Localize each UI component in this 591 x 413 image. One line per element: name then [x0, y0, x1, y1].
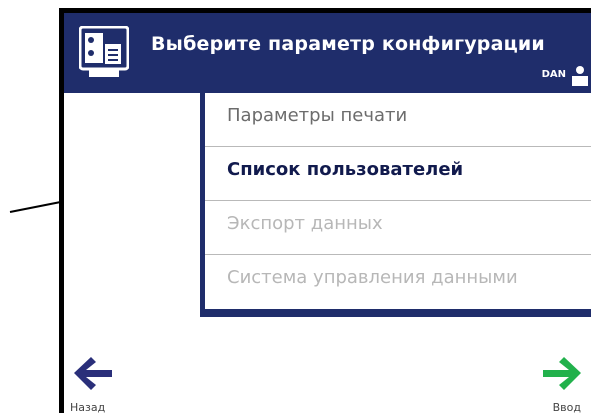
menu-item-print-settings[interactable]: Параметры печати — [205, 93, 591, 147]
menu-item-data-management: Система управления данными — [227, 267, 518, 288]
config-menu: Параметры печати Список пользователей Эк… — [200, 93, 591, 317]
page-title: Выберите параметр конфигурации — [151, 33, 545, 55]
menu-item-user-list[interactable]: Список пользователей — [205, 147, 591, 201]
menu-list: Параметры печати Список пользователей Эк… — [205, 93, 591, 309]
back-label: Назад — [70, 401, 106, 413]
enter-button[interactable]: Ввод — [531, 353, 591, 413]
user-icon[interactable] — [570, 65, 590, 87]
enter-label: Ввод — [552, 401, 581, 413]
arrow-right-icon — [543, 357, 581, 390]
user-name: DAN — [541, 69, 566, 80]
back-button[interactable]: Назад — [64, 353, 124, 413]
menu-item-export-data: Экспорт данных — [205, 201, 591, 255]
arrow-left-icon — [74, 357, 112, 390]
header-bar: Выберите параметр конфигурации DAN — [64, 13, 591, 93]
device-screen: Выберите параметр конфигурации DAN Парам… — [59, 8, 591, 413]
settings-card-icon — [79, 26, 129, 77]
